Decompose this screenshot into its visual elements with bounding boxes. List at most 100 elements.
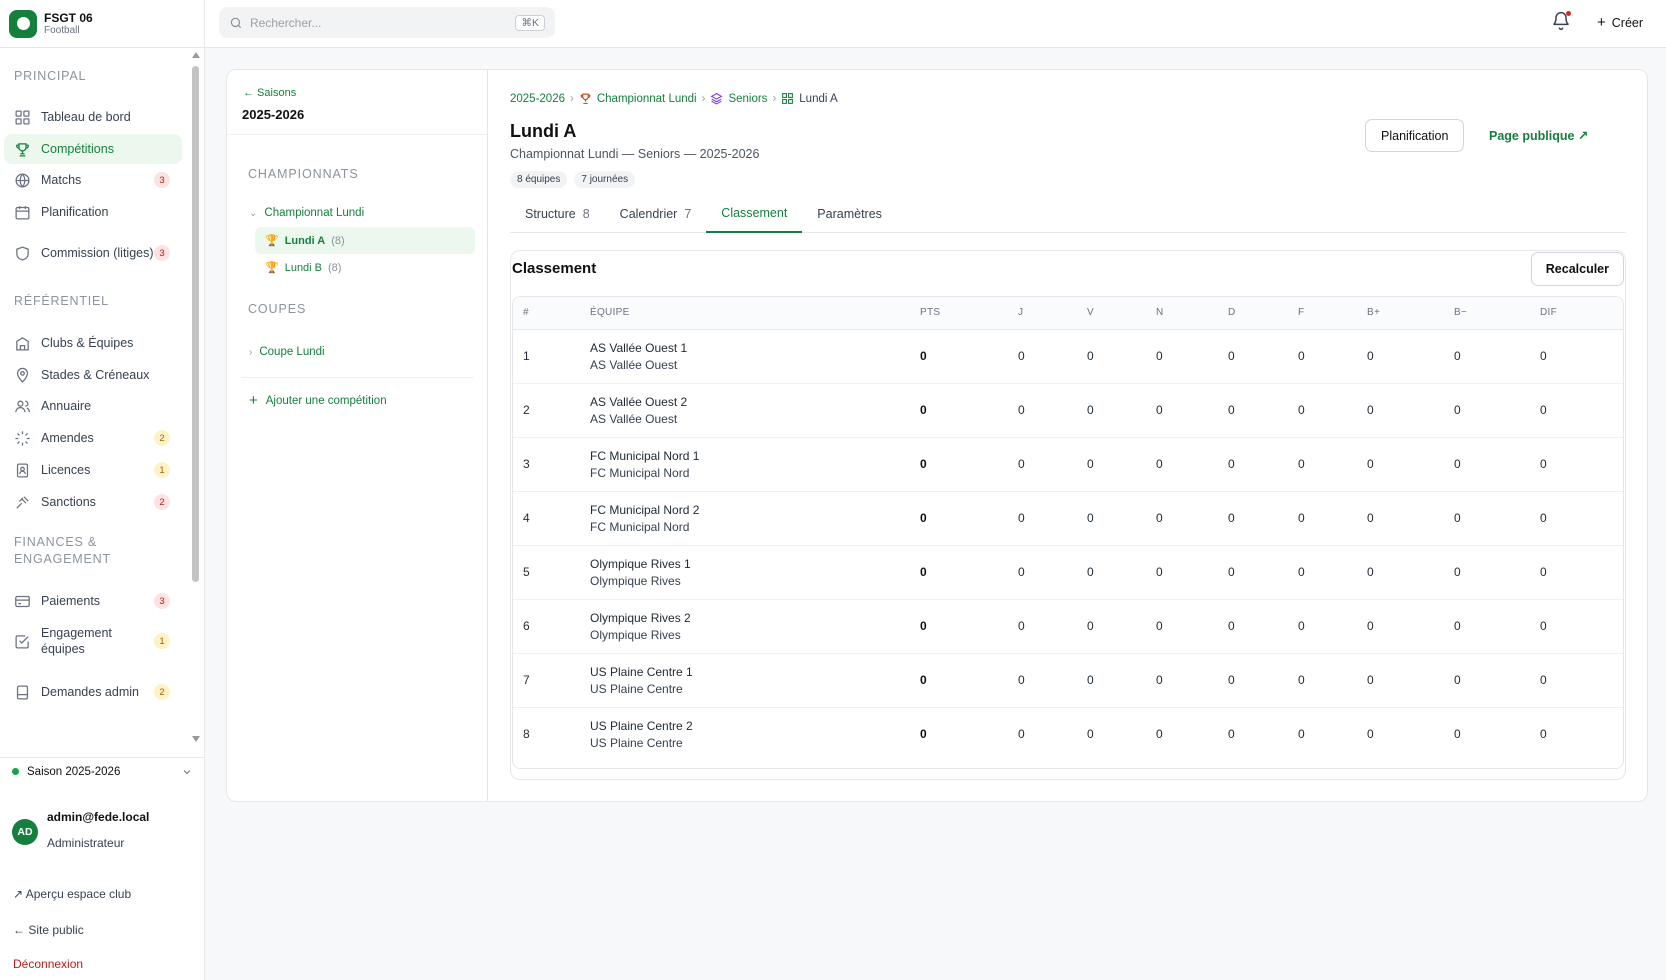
- club-preview-link[interactable]: ↗ Aperçu espace club: [13, 887, 131, 901]
- table-row[interactable]: 1 AS Vallée Ouest 1 AS Vallée Ouest 0 0 0 0 0 0 0…: [513, 329, 1623, 383]
- sidebar-item-paiements[interactable]: Paiements 3: [4, 586, 182, 616]
- cell-rank: 5: [523, 565, 530, 579]
- count-badge: 3: [154, 593, 170, 609]
- brand-sport: Football: [44, 24, 80, 36]
- club-name: US Plaine Centre: [590, 681, 683, 696]
- cell-dif: 0: [1540, 565, 1547, 579]
- sidebar-item-stades[interactable]: Stades & Créneaux: [4, 360, 182, 390]
- breadcrumb-championnat[interactable]: Championnat Lundi: [597, 93, 697, 105]
- search-box[interactable]: ⌘K: [219, 7, 555, 38]
- loader-icon: [15, 430, 30, 446]
- recalculate-button[interactable]: Recalculer: [1530, 252, 1624, 286]
- divider: [241, 377, 474, 378]
- planification-button[interactable]: Planification: [1365, 119, 1465, 152]
- cell-team: FC Municipal Nord 1 FC Municipal Nord: [580, 437, 910, 491]
- cell-pts: 0: [920, 727, 927, 742]
- team-name: US Plaine Centre 1: [590, 664, 693, 679]
- tree-item-coupe-lundi[interactable]: › Coupe Lundi: [249, 346, 325, 358]
- sidebar-item-clubs[interactable]: Clubs & Équipes: [4, 328, 182, 358]
- chevron-down-icon: [183, 769, 191, 774]
- sidebar-item-label: Paiements: [41, 594, 101, 608]
- sidebar-item-licences[interactable]: Licences 1: [4, 455, 182, 485]
- user-email: admin@fede.local: [47, 810, 150, 824]
- table-row[interactable]: 6 Olympique Rives 2 Olympique Rives 0 0 0 0 0 0 0…: [513, 599, 1623, 653]
- notifications-button[interactable]: [1551, 11, 1573, 33]
- logout-link[interactable]: Déconnexion: [13, 957, 83, 971]
- sidebar-item-tableau-de-bord[interactable]: Tableau de bord: [4, 102, 182, 132]
- status-dot: [12, 768, 19, 775]
- scroll-thumb[interactable]: [192, 66, 199, 582]
- table-row[interactable]: 8 US Plaine Centre 2 US Plaine Centre 0 0 0 0 0…: [513, 707, 1623, 761]
- sidebar-item-amendes[interactable]: Amendes 2: [4, 423, 182, 453]
- col-d: D: [1218, 297, 1288, 330]
- tab-classement[interactable]: Classement: [706, 195, 803, 233]
- breadcrumb-season[interactable]: 2025-2026: [510, 93, 565, 105]
- count-badge: 2: [154, 684, 170, 700]
- search-input[interactable]: [250, 15, 516, 30]
- tree-item-championnat-lundi[interactable]: ⌄ Championnat Lundi: [249, 207, 364, 219]
- cell-n: 0: [1156, 349, 1163, 363]
- table-row[interactable]: 7 US Plaine Centre 1 US Plaine Centre 0 0 0 0 0…: [513, 653, 1623, 707]
- breadcrumb-category[interactable]: Seniors: [728, 93, 767, 105]
- scroll-up-icon[interactable]: [192, 52, 200, 58]
- public-page-link[interactable]: Page publique ↗: [1489, 128, 1588, 143]
- division-lundi-a[interactable]: 🏆 Lundi A (8): [255, 227, 475, 254]
- table-row[interactable]: 5 Olympique Rives 1 Olympique Rives 0 0 0 0 0 0 0…: [513, 545, 1623, 599]
- cell-bp: 0: [1367, 565, 1374, 579]
- sidebar-item-annuaire[interactable]: Annuaire: [4, 391, 182, 421]
- division-lundi-b[interactable]: 🏆 Lundi B (8): [255, 254, 475, 281]
- table-row[interactable]: 2 AS Vallée Ouest 2 AS Vallée Ouest 0 0 0 0 0 0 0…: [513, 383, 1623, 437]
- breadcrumb-separator: ›: [701, 92, 706, 105]
- sidebar-item-competitions[interactable]: Compétitions: [4, 134, 182, 164]
- col-bp: B+: [1357, 297, 1444, 330]
- add-competition-button[interactable]: + Ajouter une compétition: [249, 392, 387, 409]
- scroll-down-icon[interactable]: [192, 736, 200, 742]
- trophy-icon: 🏆: [265, 235, 279, 247]
- cell-bp: 0: [1367, 403, 1374, 417]
- public-site-link[interactable]: ← Site public: [13, 923, 84, 937]
- cell-bm: 0: [1454, 673, 1461, 687]
- cell-f: 0: [1298, 727, 1305, 742]
- grid-icon: [15, 109, 30, 125]
- tab-structure[interactable]: Structure 8: [510, 195, 605, 233]
- tab-parametres[interactable]: Paramètres: [802, 195, 897, 233]
- back-to-seasons-link[interactable]: ← Saisons: [243, 87, 296, 99]
- brand[interactable]: FSGT 06 Football: [0, 0, 204, 48]
- cell-team: FC Municipal Nord 2 FC Municipal Nord: [580, 491, 910, 545]
- club-name: Olympique Rives: [590, 573, 681, 588]
- trophy-icon: [16, 142, 29, 157]
- globe-icon: [15, 172, 30, 188]
- cell-bp: 0: [1367, 457, 1374, 471]
- tab-count: 8: [582, 207, 590, 221]
- cell-f: 0: [1298, 565, 1305, 579]
- table-row[interactable]: 4 FC Municipal Nord 2 FC Municipal Nord 0 0 0…: [513, 491, 1623, 545]
- cell-rank: 2: [523, 403, 530, 417]
- sidebar-scrollbar[interactable]: [190, 52, 202, 742]
- standings-title: Classement: [512, 260, 597, 277]
- tab-calendrier[interactable]: Calendrier 7: [605, 195, 707, 233]
- sidebar-item-engagement[interactable]: Engagement équipes 1: [4, 621, 182, 661]
- create-button[interactable]: + Créer: [1597, 14, 1643, 31]
- sidebar-item-demandes[interactable]: Demandes admin 2: [4, 672, 182, 712]
- trophy-icon: 🏆: [265, 262, 279, 274]
- cell-f: 0: [1298, 673, 1305, 687]
- sidebar-item-sanctions[interactable]: Sanctions 2: [4, 487, 182, 517]
- tab-label: Structure: [525, 207, 576, 221]
- sidebar-item-commission[interactable]: Commission (litiges) 3: [4, 233, 182, 273]
- calendar-icon: [15, 205, 30, 220]
- teams-count-pill: 8 équipes: [510, 171, 568, 188]
- cell-bm: 0: [1454, 403, 1461, 417]
- season-selector[interactable]: Saison 2025-2026: [0, 757, 205, 785]
- count-badge: 3: [154, 172, 170, 188]
- gavel-icon: [16, 495, 29, 509]
- cell-bm: 0: [1454, 457, 1461, 471]
- championnats-heading: CHAMPIONNATS: [248, 167, 359, 181]
- cell-bp: 0: [1367, 619, 1374, 633]
- cell-d: 0: [1228, 727, 1235, 742]
- sidebar-item-matchs[interactable]: Matchs 3: [4, 165, 182, 195]
- sidebar-item-planification[interactable]: Planification: [4, 197, 182, 227]
- cell-team: US Plaine Centre 2 US Plaine Centre: [580, 707, 910, 761]
- sidebar-item-label: Commission (litiges): [41, 246, 154, 260]
- table-row[interactable]: 3 FC Municipal Nord 1 FC Municipal Nord 0 0 0…: [513, 437, 1623, 491]
- cell-rank: 6: [523, 619, 530, 633]
